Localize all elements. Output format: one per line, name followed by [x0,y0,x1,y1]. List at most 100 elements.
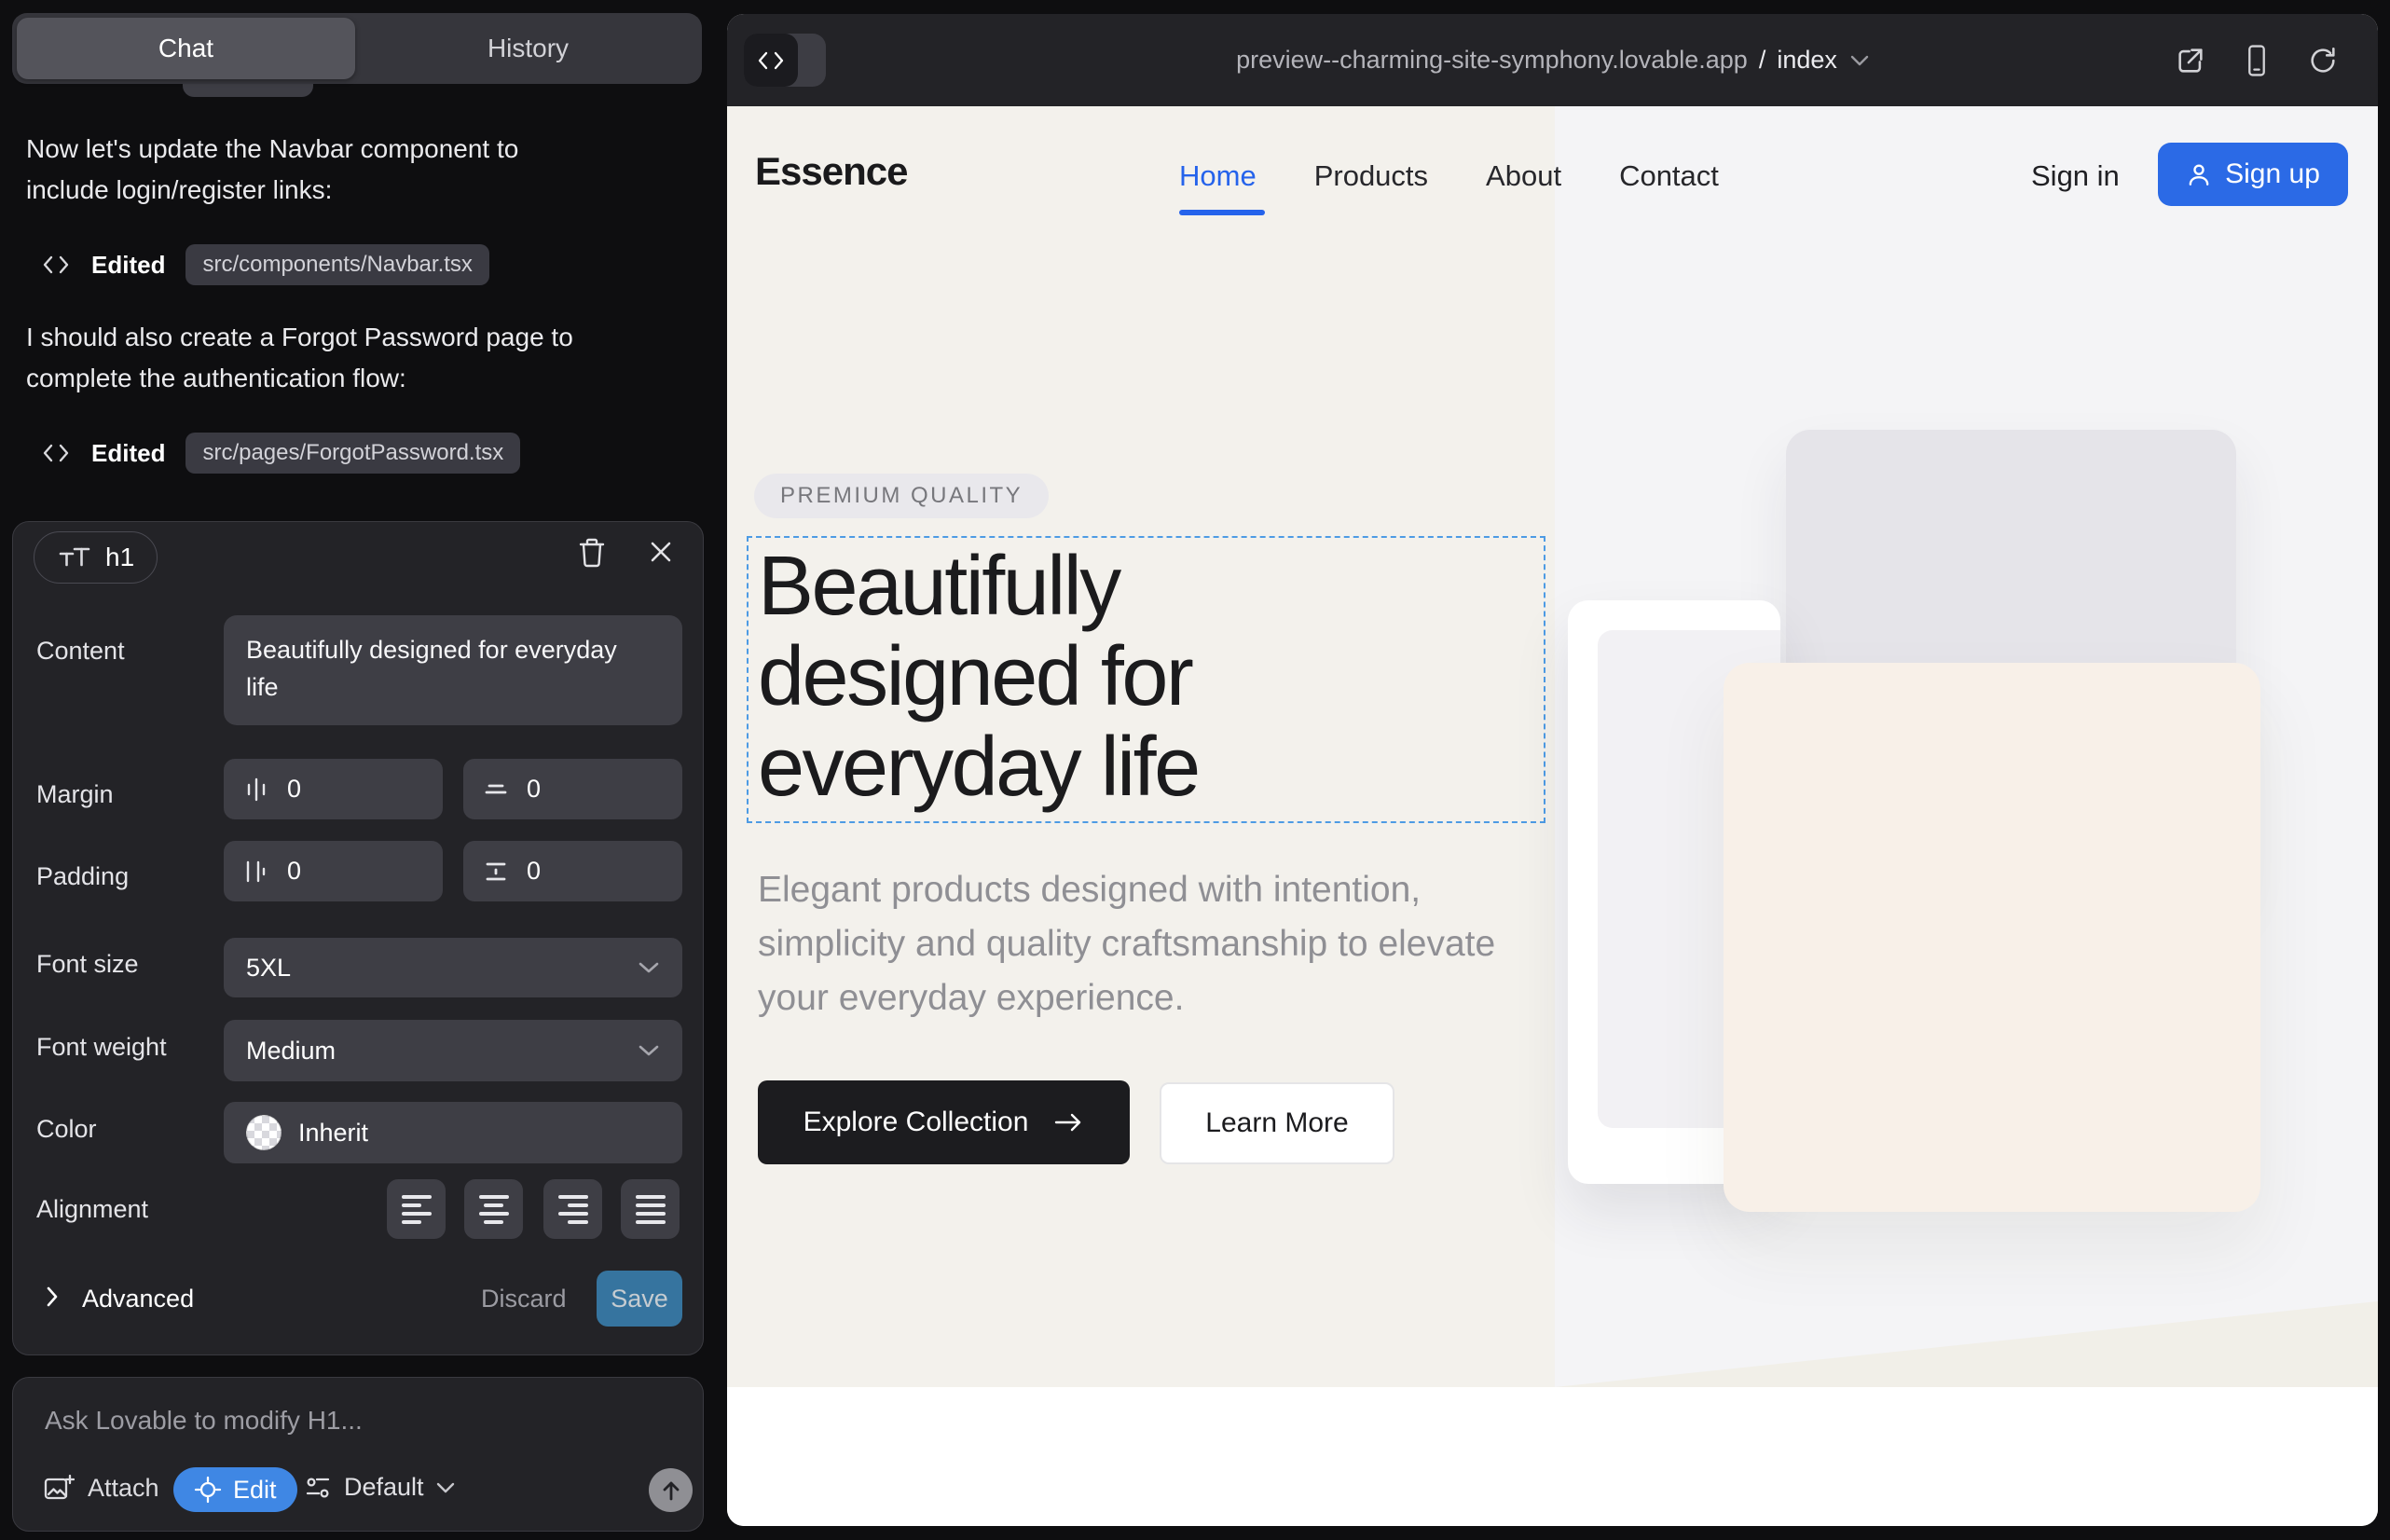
preview-toolbar: preview--charming-site-symphony.lovable.… [727,14,2378,106]
font-size-value: 5XL [246,954,291,983]
padding-y-value: 0 [527,857,541,886]
active-nav-underline [1179,210,1265,215]
align-right-button[interactable] [543,1179,602,1239]
align-left-button[interactable] [387,1179,446,1239]
color-value: Inherit [298,1119,368,1148]
open-external-icon[interactable] [2175,45,2206,76]
trash-icon[interactable] [578,537,606,569]
code-view-toggle[interactable] [744,34,826,87]
composer-input[interactable]: Ask Lovable to modify H1... [45,1406,363,1436]
font-weight-label: Font weight [36,1033,167,1062]
chat-message: Now let's update the Navbar component to… [26,129,604,211]
hero-badge: PREMIUM QUALITY [754,474,1049,518]
url-host: preview--charming-site-symphony.lovable.… [1236,46,1748,75]
decorative-card-beige [1724,663,2260,1212]
user-icon [2186,161,2212,187]
align-left-icon [402,1195,432,1224]
margin-x-value: 0 [287,775,301,804]
tab-chat[interactable]: Chat [17,18,355,79]
url-divider: / [1759,46,1766,75]
align-justify-icon [636,1195,666,1224]
file-path-badge[interactable]: src/components/Navbar.tsx [185,244,488,285]
tab-history[interactable]: History [359,18,697,79]
site-logo[interactable]: Essence [755,149,907,194]
send-button[interactable] [649,1468,693,1512]
signin-link[interactable]: Sign in [2031,159,2120,193]
site-preview: Essence Home Products About Contact Sign… [727,106,2378,1526]
nav-products[interactable]: Products [1314,159,1428,193]
font-size-select[interactable]: 5XL [224,938,682,997]
color-swatch [246,1115,282,1150]
arrow-right-icon [1052,1110,1084,1134]
margin-y-input[interactable]: 0 [463,759,682,819]
nav-contact[interactable]: Contact [1619,159,1719,193]
sliders-icon [304,1474,332,1502]
chevron-down-icon [1850,55,1869,66]
edit-action-label: Edited [91,251,165,280]
edit-action-label: Edited [91,439,165,468]
hero-paragraph: Elegant products designed with intention… [758,863,1522,1025]
hero-heading[interactable]: Beautifully designed for everyday life [758,542,1354,813]
discard-button[interactable]: Discard [481,1285,567,1313]
padding-x-input[interactable]: 0 [224,841,443,901]
file-edit-row: Edited src/components/Navbar.tsx [41,244,489,285]
nav-about[interactable]: About [1486,159,1561,193]
element-tag-label: h1 [105,543,134,572]
margin-horizontal-icon [242,776,270,804]
align-right-icon [558,1195,588,1224]
font-size-label: Font size [36,950,139,979]
crosshair-icon [194,1476,222,1504]
site-nav: Home Products About Contact [1179,159,1719,193]
nav-home[interactable]: Home [1179,159,1257,193]
explore-collection-button[interactable]: Explore Collection [758,1080,1130,1164]
model-selector[interactable]: Default [304,1473,455,1502]
chat-message: I should also create a Forgot Password p… [26,317,604,399]
learn-more-button[interactable]: Learn More [1160,1082,1394,1164]
align-center-icon [479,1195,509,1224]
margin-label: Margin [36,780,114,809]
element-editor-panel: h1 Content Beautifully designed for ever… [12,521,704,1355]
type-icon [57,545,92,570]
url-page: index [1777,46,1837,75]
content-input[interactable]: Beautifully designed for everyday life [224,615,682,725]
model-label: Default [344,1473,424,1502]
close-icon[interactable] [647,537,675,567]
color-label: Color [36,1115,97,1144]
margin-y-value: 0 [527,775,541,804]
chevron-down-icon [638,1044,660,1057]
color-select[interactable]: Inherit [224,1102,682,1163]
refresh-icon[interactable] [2307,45,2339,76]
advanced-toggle[interactable]: Advanced [82,1285,194,1313]
chevron-down-icon [638,961,660,974]
code-icon [744,34,798,87]
chat-history-tabs: Chat History [12,13,702,84]
padding-y-input[interactable]: 0 [463,841,682,901]
align-justify-button[interactable] [621,1179,680,1239]
content-label: Content [36,637,125,666]
font-weight-select[interactable]: Medium [224,1020,682,1081]
alignment-label: Alignment [36,1195,148,1224]
attach-image-icon [43,1473,75,1503]
save-button[interactable]: Save [597,1271,682,1327]
padding-horizontal-icon [242,858,270,886]
toolbar-actions [2175,14,2339,106]
preview-window: preview--charming-site-symphony.lovable.… [727,14,2378,1526]
align-center-button[interactable] [464,1179,523,1239]
signup-button[interactable]: Sign up [2158,143,2348,206]
edit-label: Edit [233,1476,277,1505]
chat-sidebar: Chat History Now let's update the Navbar… [0,0,727,1540]
element-tag-pill[interactable]: h1 [34,531,158,584]
padding-label: Padding [36,862,129,891]
edit-mode-button[interactable]: Edit [173,1467,297,1512]
chevron-right-icon [45,1285,60,1309]
file-edit-row: Edited src/pages/ForgotPassword.tsx [41,433,520,474]
code-icon [41,442,71,464]
file-path-badge[interactable]: src/pages/ForgotPassword.tsx [185,433,520,474]
mobile-view-icon[interactable] [2242,44,2272,77]
padding-vertical-icon [482,858,510,886]
font-weight-value: Medium [246,1037,336,1066]
composer: Ask Lovable to modify H1... Attach Edit … [12,1377,704,1532]
margin-x-input[interactable]: 0 [224,759,443,819]
attach-button[interactable]: Attach [43,1473,159,1503]
url-display[interactable]: preview--charming-site-symphony.lovable.… [1236,46,1869,75]
